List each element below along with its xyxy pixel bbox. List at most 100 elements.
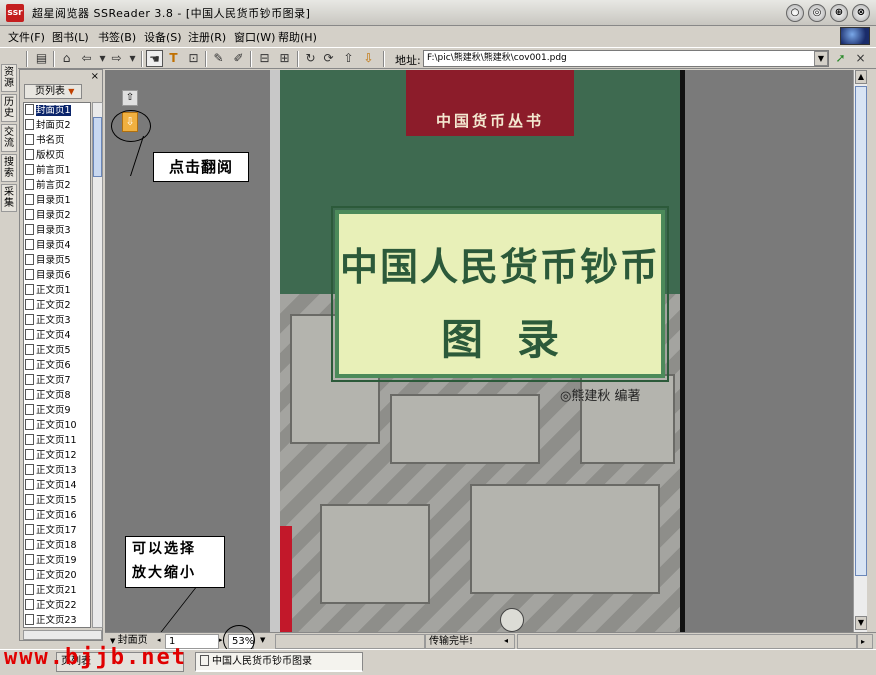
toolbar-separator (26, 51, 28, 67)
bookmark-icon[interactable]: ✎ (210, 50, 227, 67)
up-icon[interactable]: ⇧ (340, 50, 357, 67)
menu-device[interactable]: 设备(S) (144, 29, 182, 45)
page-list-scrollbar[interactable] (92, 102, 103, 628)
go-icon[interactable]: ➚ (832, 50, 849, 67)
page-list-item[interactable]: 前言页1 (24, 163, 90, 178)
page-document-icon (25, 104, 34, 115)
page-list-item[interactable]: 正文页13 (24, 463, 90, 478)
download-icon[interactable]: ⇩ (360, 50, 377, 67)
page-list-item[interactable]: 书名页 (24, 133, 90, 148)
scroll-right-icon[interactable]: ▸ (857, 634, 873, 649)
page-list-item[interactable]: 正文页16 (24, 508, 90, 523)
page-list-item[interactable]: 正文页17 (24, 523, 90, 538)
page-list-item[interactable]: 目录页6 (24, 268, 90, 283)
panel-close-icon[interactable]: × (91, 71, 99, 82)
page-list-item[interactable]: 正文页19 (24, 553, 90, 568)
page-list-item[interactable]: 正文页2 (24, 298, 90, 313)
tab-exchange[interactable]: 交流 (1, 124, 17, 152)
page-list-item[interactable]: 正文页12 (24, 448, 90, 463)
toolbar-close-icon[interactable]: × (852, 50, 869, 67)
back-icon[interactable]: ⇦ (78, 50, 95, 67)
minimize-button[interactable]: ○ (786, 4, 804, 22)
restore-button[interactable]: ◎ (808, 4, 826, 22)
page-list-item[interactable]: 目录页4 (24, 238, 90, 253)
highlight-icon[interactable]: ✐ (230, 50, 247, 67)
page-list-horizontal-scrollbar[interactable] (23, 630, 102, 640)
close-button[interactable]: ⊗ (852, 4, 870, 22)
menu-book[interactable]: 图书(L) (52, 29, 89, 45)
refresh-icon[interactable]: ↻ (302, 50, 319, 67)
document-view[interactable]: ⇧ ⇩ 点击翻阅 可以选择 放大缩小 中国货币丛书 中国人民货币钞币 图录 ◎熊… (105, 70, 853, 636)
tab-history[interactable]: 历史 (1, 94, 17, 122)
page-list-item[interactable]: 正文页5 (24, 343, 90, 358)
scrollbar-thumb[interactable] (855, 86, 867, 576)
reload-icon[interactable]: ⟳ (320, 50, 337, 67)
page-list-item[interactable]: 正文页4 (24, 328, 90, 343)
next-page-icon[interactable]: ⊞ (276, 50, 293, 67)
scroll-up-icon[interactable]: ▲ (855, 70, 867, 84)
horizontal-scrollbar[interactable] (517, 634, 857, 649)
page-list-item[interactable]: 目录页1 (24, 193, 90, 208)
menu-help[interactable]: 帮助(H) (278, 29, 317, 45)
page-list-item[interactable]: 目录页5 (24, 253, 90, 268)
page-list-item[interactable]: 正文页15 (24, 493, 90, 508)
home-icon[interactable]: ⌂ (58, 50, 75, 67)
page-icon[interactable]: ▤ (33, 50, 50, 67)
page-list-item[interactable]: 正文页7 (24, 373, 90, 388)
page-list-item[interactable]: 正文页22 (24, 598, 90, 613)
page-list-item[interactable]: 正文页18 (24, 538, 90, 553)
page-document-icon (25, 149, 34, 160)
page-list-item[interactable]: 正文页6 (24, 358, 90, 373)
tab-book-document[interactable]: 中国人民货币钞币图录 (195, 652, 363, 672)
hand-icon[interactable]: ☚ (146, 50, 163, 67)
menu-register[interactable]: 注册(R) (188, 29, 226, 45)
page-list-item[interactable]: 正文页10 (24, 418, 90, 433)
page-list-item[interactable]: 版权页 (24, 148, 90, 163)
page-list-item-label: 书名页 (36, 135, 65, 146)
app-logo-icon: ssr (6, 4, 24, 22)
scroll-left-icon[interactable]: ◂ (501, 634, 517, 649)
prev-page-icon[interactable]: ⊟ (256, 50, 273, 67)
page-list-item[interactable]: 目录页2 (24, 208, 90, 223)
scrollbar-thumb[interactable] (93, 117, 102, 177)
forward-icon[interactable]: ⇨ (108, 50, 125, 67)
tab-resources[interactable]: 资源 (1, 64, 17, 92)
page-list-item[interactable]: 正文页21 (24, 583, 90, 598)
page-list-item[interactable]: 前言页2 (24, 178, 90, 193)
select-icon[interactable]: ⊡ (185, 50, 202, 67)
toolbar-separator (141, 51, 143, 67)
page-list-item[interactable]: 正文页1 (24, 283, 90, 298)
page-list-item[interactable]: 正文页11 (24, 433, 90, 448)
page-list-item[interactable]: 正文页9 (24, 403, 90, 418)
page-list-item[interactable]: 正文页14 (24, 478, 90, 493)
title-bar: ssr 超星阅览器 SSReader 3.8 - [中国人民货币钞币图录] ○ … (0, 0, 876, 26)
page-list-item-label: 正文页15 (36, 495, 77, 506)
page-list-item[interactable]: 正文页3 (24, 313, 90, 328)
menu-bookmark[interactable]: 书签(B) (98, 29, 136, 45)
tab-search[interactable]: 搜索 (1, 154, 17, 182)
page-document-icon (25, 539, 34, 550)
forward-dropdown-icon[interactable]: ▾ (124, 50, 141, 67)
page-list-item[interactable]: 目录页3 (24, 223, 90, 238)
menu-window[interactable]: 窗口(W) (234, 29, 275, 45)
page-up-button[interactable]: ⇧ (122, 90, 138, 106)
zoom-dropdown-icon[interactable]: ▼ (257, 634, 273, 649)
page-list-item[interactable]: 封面页2 (24, 118, 90, 133)
tab-collect[interactable]: 采集 (1, 184, 17, 212)
address-dropdown-button[interactable]: ▼ (814, 51, 828, 66)
page-list-item[interactable]: 正文页23 (24, 613, 90, 627)
page-list-item-label: 正文页11 (36, 435, 77, 446)
page-document-icon (25, 419, 34, 430)
page-list-item[interactable]: 正文页8 (24, 388, 90, 403)
maximize-button[interactable]: ⊕ (830, 4, 848, 22)
toolbar-separator (205, 51, 207, 67)
address-input[interactable]: F:\pic\熊建秋\熊建秋\cov001.pdg (423, 50, 829, 67)
text-icon[interactable]: T (165, 50, 182, 67)
document-vertical-scrollbar[interactable]: ▲ ▼ (853, 70, 867, 632)
scroll-down-icon[interactable]: ▼ (855, 616, 867, 630)
page-list-item[interactable]: 封面页1 (24, 103, 90, 118)
banknote-image (320, 504, 430, 604)
page-list-item[interactable]: 正文页20 (24, 568, 90, 583)
page-list-dropdown[interactable]: 页列表 ▼ (24, 84, 82, 99)
menu-file[interactable]: 文件(F) (8, 29, 45, 45)
